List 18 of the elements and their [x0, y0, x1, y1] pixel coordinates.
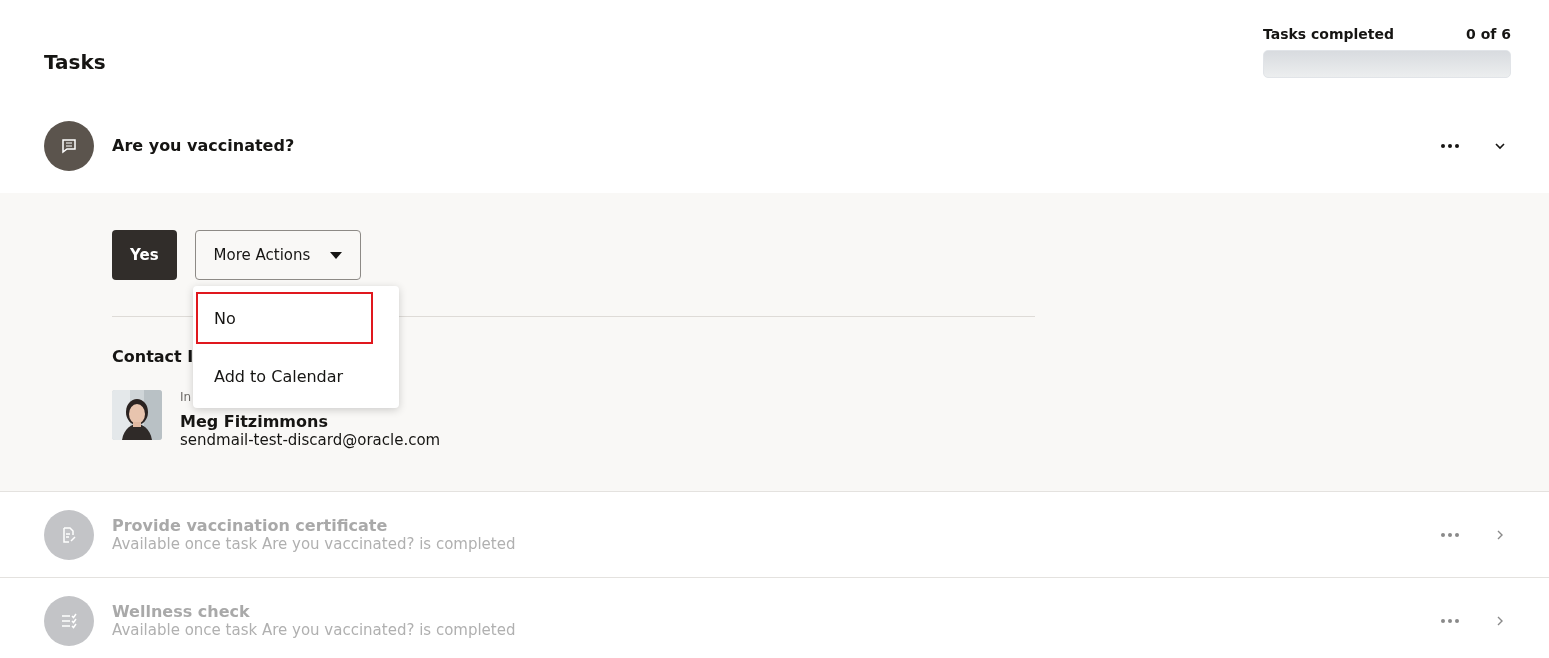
task-subtitle: Available once task Are you vaccinated? is completed	[112, 621, 517, 639]
yes-button[interactable]: Yes	[112, 230, 177, 280]
contact-role: In	[180, 390, 193, 404]
caret-down-icon	[330, 251, 343, 259]
progress-count: 0 of 6	[1466, 26, 1511, 42]
checklist-icon	[60, 612, 78, 629]
menu-item[interactable]: No	[196, 292, 373, 344]
task-title[interactable]: Are you vaccinated?	[112, 136, 1437, 155]
progress-label: Tasks completed	[1263, 26, 1395, 42]
task-subtitle: Available once task Are you vaccinated? is completed	[112, 535, 517, 553]
section-heading: Contact I	[112, 347, 195, 366]
menu-item[interactable]: Add to Calendar	[196, 350, 373, 402]
contact-email: sendmail-test-discard@oracle.com	[180, 431, 441, 449]
page-title: Tasks	[44, 50, 106, 74]
contact-name: Meg Fitzimmons	[180, 412, 329, 431]
chat-icon	[61, 137, 77, 154]
more-actions-button[interactable]: More Actions	[194, 230, 362, 280]
document-edit-icon	[61, 526, 77, 543]
